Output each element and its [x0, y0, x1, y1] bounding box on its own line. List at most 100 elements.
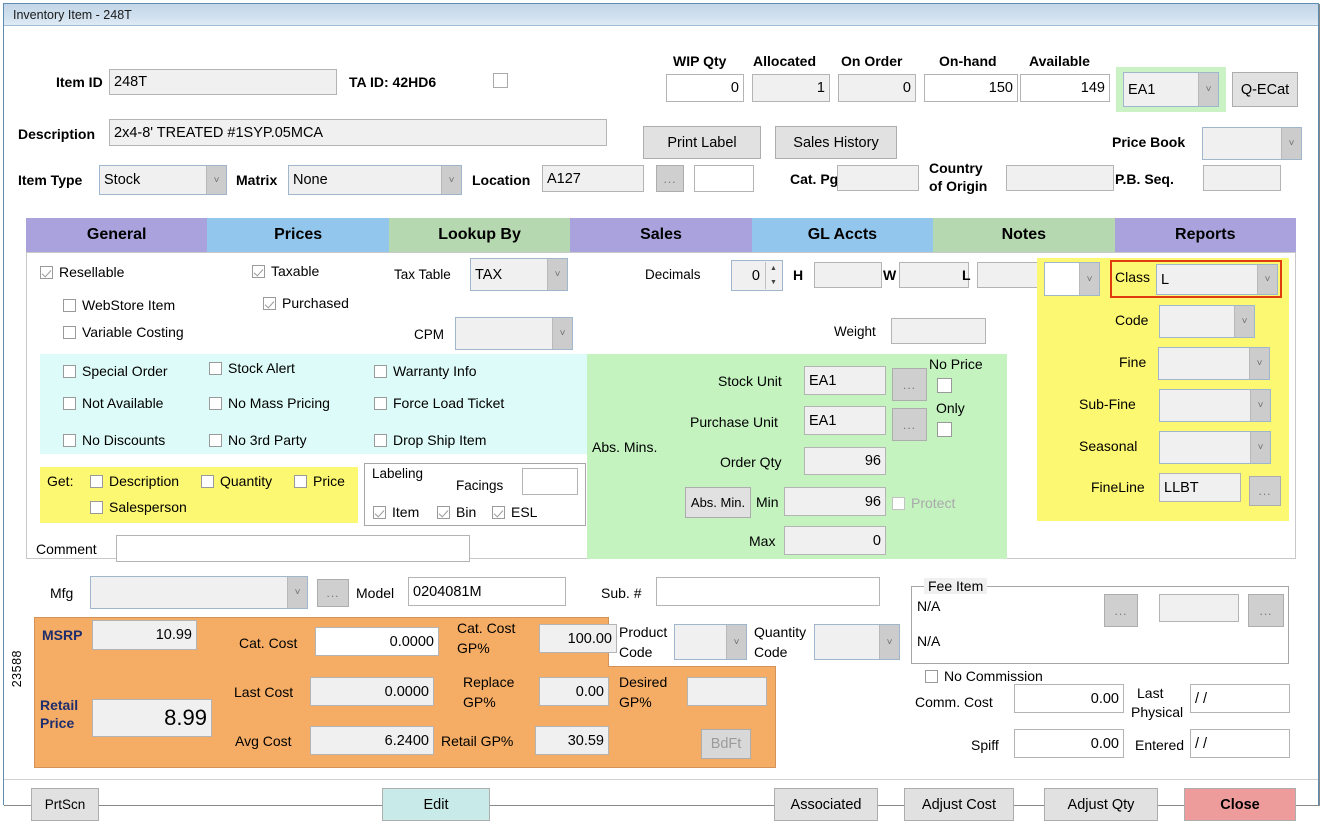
- retail-gp-input[interactable]: 30.59: [535, 726, 609, 755]
- tab-notes[interactable]: Notes: [933, 218, 1115, 252]
- only-checkbox[interactable]: [937, 422, 952, 437]
- cat-cost-input[interactable]: 0.0000: [315, 627, 439, 656]
- no-commission-checkbox[interactable]: No Commission: [925, 668, 1043, 684]
- wip-qty-input[interactable]: 0: [666, 74, 744, 102]
- tab-gl-accts[interactable]: GL Accts: [751, 218, 934, 252]
- purchased-checkbox[interactable]: Purchased: [263, 295, 349, 311]
- width-input[interactable]: [899, 262, 969, 288]
- resellable-checkbox[interactable]: Resellable: [40, 264, 124, 280]
- no-3rd-party-checkbox[interactable]: No 3rd Party: [209, 432, 307, 448]
- tab-sales[interactable]: Sales: [570, 218, 752, 252]
- label-item-checkbox[interactable]: Item: [373, 504, 419, 520]
- mfg-dropdown[interactable]: ˅: [90, 576, 308, 609]
- decimals-stepper[interactable]: 0 ▲ ▼: [731, 260, 783, 291]
- cat-cost-gp-input[interactable]: 100.00: [539, 624, 617, 653]
- fineline-input[interactable]: LLBT: [1159, 473, 1241, 502]
- min-input[interactable]: 96: [784, 487, 886, 516]
- fee-item-input[interactable]: [1159, 594, 1239, 622]
- facings-input[interactable]: [522, 468, 578, 495]
- abs-min-button[interactable]: Abs. Min.: [685, 487, 751, 518]
- taxable-checkbox[interactable]: Taxable: [252, 263, 319, 279]
- tab-reports[interactable]: Reports: [1114, 218, 1296, 252]
- location-input[interactable]: A127: [542, 165, 644, 192]
- force-load-ticket-checkbox[interactable]: Force Load Ticket: [374, 395, 504, 411]
- cpm-dropdown[interactable]: ˅: [455, 317, 573, 350]
- close-button[interactable]: Close: [1184, 788, 1296, 821]
- pb-seq-input[interactable]: [1203, 165, 1281, 191]
- stock-alert-checkbox[interactable]: Stock Alert: [209, 360, 295, 376]
- variable-costing-checkbox[interactable]: Variable Costing: [63, 324, 184, 340]
- get-description-checkbox[interactable]: Description: [90, 473, 179, 489]
- adjust-qty-button[interactable]: Adjust Qty: [1044, 788, 1158, 821]
- drop-ship-item-checkbox[interactable]: Drop Ship Item: [374, 432, 486, 448]
- max-input[interactable]: 0: [784, 526, 886, 555]
- edit-button[interactable]: Edit: [382, 788, 490, 821]
- country-of-origin-input[interactable]: [1006, 165, 1114, 191]
- last-cost-input[interactable]: 0.0000: [310, 677, 434, 706]
- label-bin-checkbox[interactable]: Bin: [437, 504, 476, 520]
- no-price-checkbox[interactable]: [937, 378, 952, 393]
- spiff-input[interactable]: 0.00: [1014, 729, 1124, 758]
- item-id-input[interactable]: 248T: [109, 69, 337, 95]
- product-code-dropdown[interactable]: ˅: [674, 624, 747, 660]
- model-input[interactable]: 0204081M: [408, 577, 566, 606]
- location-browse-button[interactable]: ...: [656, 165, 684, 192]
- height-input[interactable]: [814, 262, 882, 288]
- avg-cost-input[interactable]: 6.2400: [310, 726, 434, 755]
- spinner-arrows-icon[interactable]: ▲ ▼: [765, 262, 781, 289]
- no-discounts-checkbox[interactable]: No Discounts: [63, 432, 165, 448]
- seasonal-dropdown[interactable]: ˅: [1159, 431, 1271, 464]
- retail-price-input[interactable]: 8.99: [92, 699, 212, 737]
- purchase-unit-browse-button[interactable]: ...: [892, 408, 927, 441]
- tab-general[interactable]: General: [26, 218, 208, 252]
- webstore-item-checkbox[interactable]: WebStore Item: [63, 297, 175, 313]
- weight-input[interactable]: [891, 318, 986, 344]
- bdft-button[interactable]: BdFt: [701, 729, 751, 759]
- classification-unnamed-dropdown[interactable]: ˅: [1044, 262, 1100, 296]
- sales-history-button[interactable]: Sales History: [775, 126, 897, 159]
- unit-selector-dropdown[interactable]: EA1 ˅: [1123, 72, 1219, 107]
- print-label-button[interactable]: Print Label: [643, 126, 761, 159]
- stock-unit-browse-button[interactable]: ...: [892, 368, 927, 401]
- quantity-code-dropdown[interactable]: ˅: [814, 624, 900, 660]
- description-input[interactable]: 2x4-8' TREATED #1SYP.05MCA: [109, 119, 607, 146]
- get-salesperson-checkbox[interactable]: Salesperson: [90, 499, 187, 515]
- associated-button[interactable]: Associated: [774, 788, 878, 821]
- special-order-checkbox[interactable]: Special Order: [63, 363, 168, 379]
- sub-number-input[interactable]: [656, 577, 880, 606]
- warranty-info-checkbox[interactable]: Warranty Info: [374, 363, 477, 379]
- location-extra-input[interactable]: [694, 165, 754, 192]
- matrix-dropdown[interactable]: None ˅: [288, 165, 462, 195]
- fee-item-browse-button-2[interactable]: ...: [1248, 594, 1284, 627]
- last-physical-input[interactable]: / /: [1190, 684, 1290, 713]
- no-mass-pricing-checkbox[interactable]: No Mass Pricing: [209, 395, 330, 411]
- comment-input[interactable]: [116, 535, 470, 562]
- stock-unit-input[interactable]: EA1: [804, 366, 886, 395]
- protect-checkbox[interactable]: Protect: [892, 495, 955, 511]
- replace-gp-input[interactable]: 0.00: [539, 677, 609, 706]
- cat-pg-input[interactable]: [837, 165, 919, 191]
- sub-fine-dropdown[interactable]: ˅: [1159, 389, 1271, 422]
- price-book-dropdown[interactable]: ˅: [1202, 127, 1302, 160]
- tab-prices[interactable]: Prices: [207, 218, 389, 252]
- q-ecat-button[interactable]: Q-ECat: [1232, 72, 1298, 107]
- fineline-browse-button[interactable]: ...: [1249, 476, 1281, 506]
- fee-item-browse-button-1[interactable]: ...: [1104, 594, 1138, 627]
- get-price-checkbox[interactable]: Price: [294, 473, 345, 489]
- item-type-dropdown[interactable]: Stock ˅: [99, 165, 227, 195]
- get-quantity-checkbox[interactable]: Quantity: [201, 473, 272, 489]
- desired-gp-input[interactable]: [687, 677, 767, 706]
- header-checkbox[interactable]: [493, 73, 508, 88]
- mfg-browse-button[interactable]: ...: [317, 579, 349, 607]
- prtscn-button[interactable]: PrtScn: [31, 788, 99, 821]
- class-dropdown[interactable]: L ˅: [1156, 264, 1278, 295]
- comm-cost-input[interactable]: 0.00: [1014, 684, 1124, 713]
- not-available-checkbox[interactable]: Not Available: [63, 395, 163, 411]
- code-dropdown[interactable]: ˅: [1159, 305, 1255, 338]
- entered-input[interactable]: / /: [1190, 729, 1290, 758]
- adjust-cost-button[interactable]: Adjust Cost: [904, 788, 1014, 821]
- purchase-unit-input[interactable]: EA1: [804, 406, 886, 435]
- tab-lookup-by[interactable]: Lookup By: [388, 218, 571, 252]
- fine-dropdown[interactable]: ˅: [1158, 347, 1270, 380]
- tax-table-dropdown[interactable]: TAX ˅: [470, 258, 568, 291]
